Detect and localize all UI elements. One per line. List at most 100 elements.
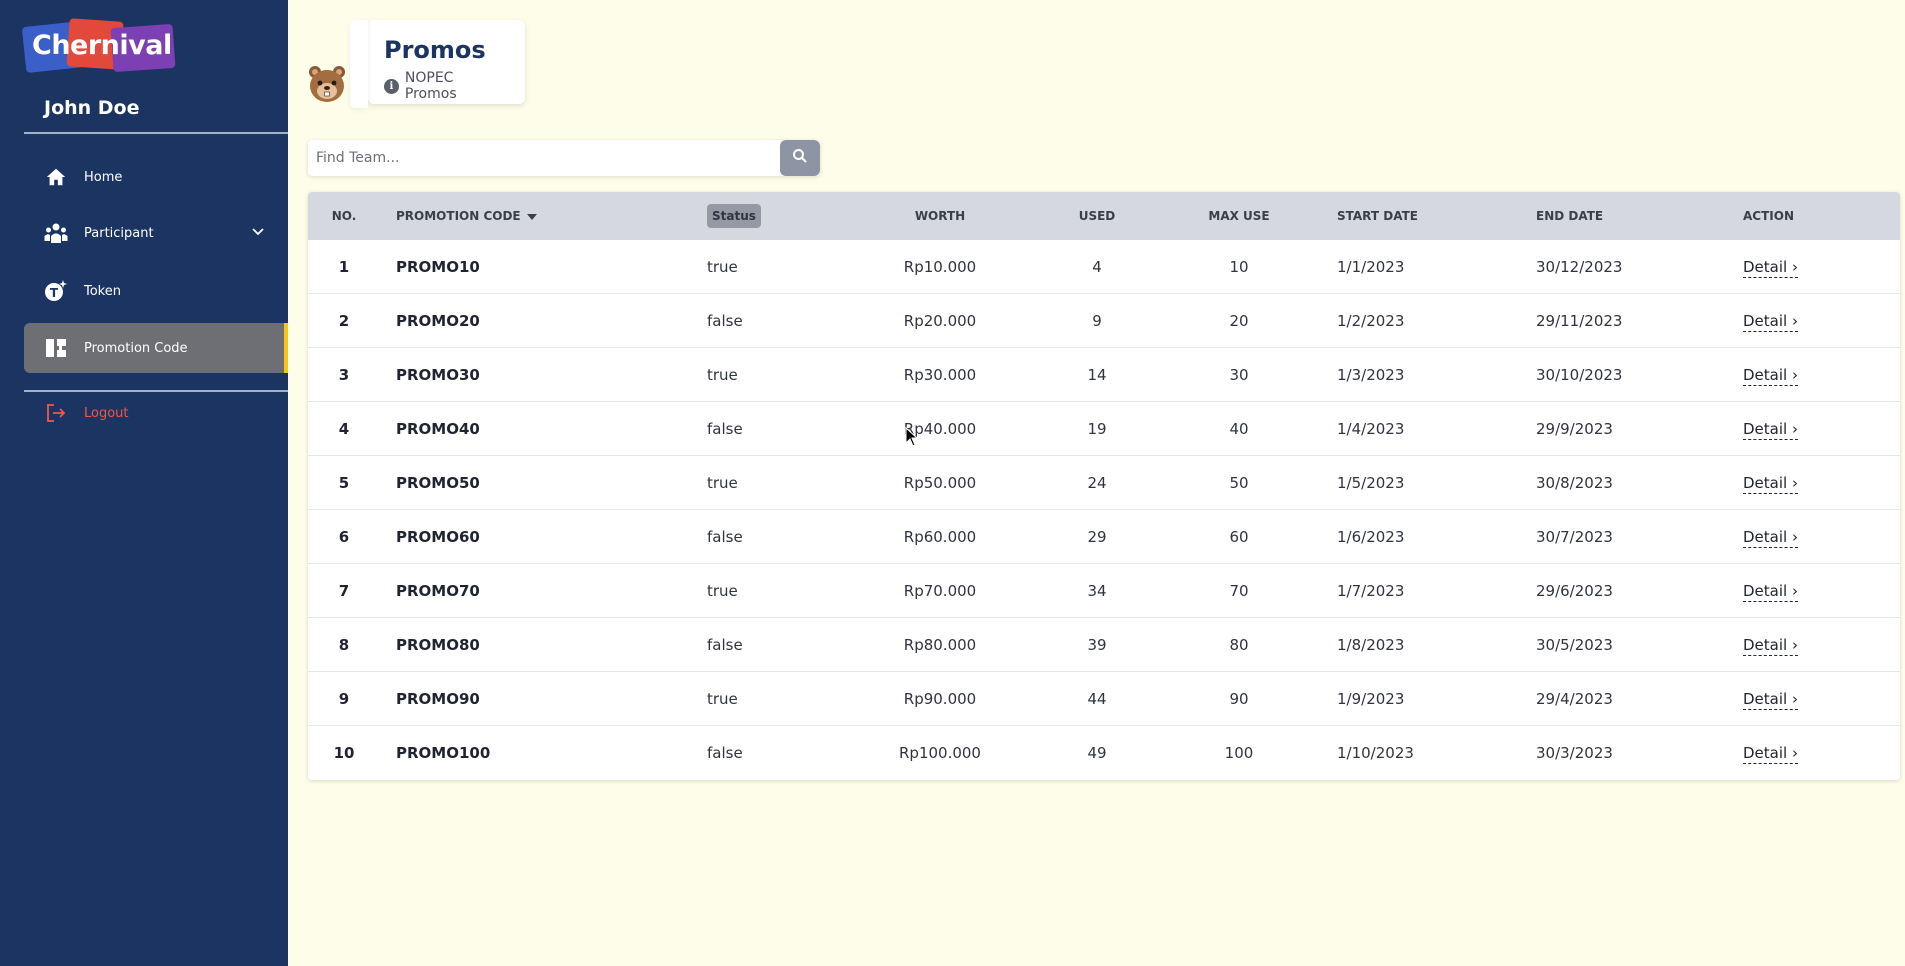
sidebar-item-token[interactable]: T Token xyxy=(24,267,288,315)
cell-promotion-code: PROMO100 xyxy=(396,744,491,762)
chevron-down-icon[interactable] xyxy=(250,223,266,243)
cell-end-date: 29/4/2023 xyxy=(1536,690,1613,708)
cell-status: false xyxy=(707,528,743,546)
cell-promotion-code: PROMO90 xyxy=(396,690,480,708)
column-header-label: PROMOTION CODE xyxy=(396,209,521,223)
avatar xyxy=(306,62,348,104)
column-header-promotion-code[interactable]: PROMOTION CODE xyxy=(396,192,537,240)
cell-max-use: 60 xyxy=(1229,528,1249,546)
cell-max-use: 70 xyxy=(1229,582,1249,600)
detail-link[interactable]: Detail › xyxy=(1743,636,1798,656)
cell-worth: Rp100.000 xyxy=(899,744,981,762)
table-row: 5 PROMO50 true Rp50.000 24 50 1/5/2023 30/8/202… xyxy=(308,456,1900,510)
cell-promotion-code: PROMO30 xyxy=(396,366,480,384)
detail-link[interactable]: Detail › xyxy=(1743,690,1798,710)
cell-action: Detail › xyxy=(1743,672,1798,726)
detail-link[interactable]: Detail › xyxy=(1743,366,1798,386)
cell-worth: Rp80.000 xyxy=(903,636,977,654)
cell-status: true xyxy=(707,258,738,276)
cell-status: true xyxy=(707,690,738,708)
cell-no: 3 xyxy=(338,366,350,384)
cell-action: Detail › xyxy=(1743,240,1798,294)
cell-promotion-code: PROMO50 xyxy=(396,474,480,492)
cell-status: true xyxy=(707,474,738,492)
column-header-status[interactable]: Status xyxy=(707,204,761,228)
column-header-action: ACTION xyxy=(1743,209,1794,223)
cell-worth: Rp20.000 xyxy=(903,312,977,330)
svg-text:T: T xyxy=(50,286,59,300)
sidebar-item-home[interactable]: Home xyxy=(24,153,288,201)
cell-promotion-code: PROMO60 xyxy=(396,528,480,546)
cell-worth: Rp60.000 xyxy=(903,528,977,546)
cell-start-date: 1/9/2023 xyxy=(1337,690,1405,708)
cell-max-use: 50 xyxy=(1229,474,1249,492)
brand-name: Chernival xyxy=(32,30,172,61)
cell-used: 4 xyxy=(1092,258,1102,276)
search-bar xyxy=(308,140,820,176)
cell-start-date: 1/3/2023 xyxy=(1337,366,1405,384)
cell-no: 8 xyxy=(338,636,350,654)
sidebar-divider xyxy=(24,132,288,134)
search-input[interactable] xyxy=(308,140,780,176)
cell-start-date: 1/2/2023 xyxy=(1337,312,1405,330)
token-icon: T xyxy=(44,279,68,303)
sidebar-item-label: Home xyxy=(84,169,123,185)
cell-end-date: 29/11/2023 xyxy=(1536,312,1623,330)
cell-max-use: 10 xyxy=(1229,258,1249,276)
cell-promotion-code: PROMO70 xyxy=(396,582,480,600)
ticket-icon xyxy=(44,336,68,360)
promos-table: NO. PROMOTION CODE Status WORTH USED MAX… xyxy=(308,192,1900,780)
cell-used: 49 xyxy=(1087,744,1107,762)
cell-worth: Rp90.000 xyxy=(903,690,977,708)
cell-promotion-code: PROMO80 xyxy=(396,636,480,654)
cell-action: Detail › xyxy=(1743,726,1798,780)
cell-max-use: 90 xyxy=(1229,690,1249,708)
cell-start-date: 1/5/2023 xyxy=(1337,474,1405,492)
brand-logo[interactable]: Chernival xyxy=(21,18,176,74)
cell-used: 44 xyxy=(1087,690,1107,708)
cell-max-use: 40 xyxy=(1229,420,1249,438)
cell-status: false xyxy=(707,636,743,654)
cell-worth: Rp30.000 xyxy=(903,366,977,384)
cell-start-date: 1/6/2023 xyxy=(1337,528,1405,546)
table-header: NO. PROMOTION CODE Status WORTH USED MAX… xyxy=(308,192,1900,240)
search-button[interactable] xyxy=(780,140,820,176)
sort-down-icon xyxy=(526,213,537,220)
cell-action: Detail › xyxy=(1743,618,1798,672)
cell-start-date: 1/8/2023 xyxy=(1337,636,1405,654)
cell-action: Detail › xyxy=(1743,348,1798,402)
sidebar-item-label: Participant xyxy=(84,225,154,241)
table-row: 10 PROMO100 false Rp100.000 49 100 1/10/2023 30… xyxy=(308,726,1900,780)
detail-link[interactable]: Detail › xyxy=(1743,420,1798,440)
detail-link[interactable]: Detail › xyxy=(1743,258,1798,278)
table-row: 1 PROMO10 true Rp10.000 4 10 1/1/2023 30/12/202… xyxy=(308,240,1900,294)
detail-link[interactable]: Detail › xyxy=(1743,528,1798,548)
cell-no: 10 xyxy=(333,744,355,762)
cell-no: 5 xyxy=(338,474,350,492)
cell-action: Detail › xyxy=(1743,402,1798,456)
cell-end-date: 30/5/2023 xyxy=(1536,636,1613,654)
cell-end-date: 30/3/2023 xyxy=(1536,744,1613,762)
cell-max-use: 100 xyxy=(1224,744,1254,762)
sidebar-item-label: Token xyxy=(84,283,121,299)
table-row: 2 PROMO20 false Rp20.000 9 20 1/2/2023 29/11/20… xyxy=(308,294,1900,348)
cell-used: 19 xyxy=(1087,420,1107,438)
cell-end-date: 30/12/2023 xyxy=(1536,258,1623,276)
cell-no: 6 xyxy=(338,528,350,546)
cell-used: 24 xyxy=(1087,474,1107,492)
cell-status: true xyxy=(707,582,738,600)
detail-link[interactable]: Detail › xyxy=(1743,312,1798,332)
detail-link[interactable]: Detail › xyxy=(1743,474,1798,494)
detail-link[interactable]: Detail › xyxy=(1743,744,1798,764)
logout-label: Logout xyxy=(84,405,129,421)
cell-used: 9 xyxy=(1092,312,1102,330)
sidebar-item-label: Promotion Code xyxy=(84,340,188,356)
detail-link[interactable]: Detail › xyxy=(1743,582,1798,602)
cell-status: true xyxy=(707,366,738,384)
sidebar-item-promotion-code[interactable]: Promotion Code xyxy=(24,323,288,373)
cell-no: 1 xyxy=(338,258,350,276)
table-row: 9 PROMO90 true Rp90.000 44 90 1/9/2023 29/4/202… xyxy=(308,672,1900,726)
column-header-start-date: START DATE xyxy=(1337,209,1418,223)
logout-button[interactable]: Logout xyxy=(24,389,288,437)
sidebar-item-participant[interactable]: Participant xyxy=(24,209,288,257)
